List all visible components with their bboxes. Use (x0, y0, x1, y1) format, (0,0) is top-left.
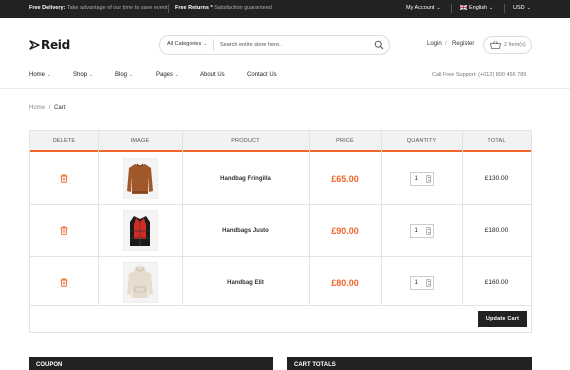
cart-count: 2 Item(s) (504, 42, 526, 48)
chevron-down-icon: ⌄ (175, 72, 179, 77)
cart-row: Handbag Fringilla £65.00 1 £130.00 (30, 153, 531, 204)
line-total: £160.00 (484, 279, 509, 286)
column-header-image: Image (130, 138, 150, 144)
cart-totals-panel-header: Cart Totals (287, 357, 532, 370)
nav-label: Blog (115, 72, 128, 78)
free-delivery-notice: Free Delivery: Take advantage of our tim… (29, 5, 167, 11)
product-name-link[interactable]: Handbags Justo (222, 228, 269, 234)
top-bar: Free Delivery: Take advantage of our tim… (0, 0, 570, 18)
breadcrumb-home-link[interactable]: Home (29, 105, 45, 111)
language-dropdown[interactable]: English ⌄ (459, 4, 494, 11)
currency-label: USD (513, 5, 525, 11)
jacket-icon (127, 163, 153, 194)
quantity-value: 1 (414, 175, 418, 182)
line-total: £180.00 (484, 227, 509, 234)
divider (168, 4, 169, 13)
search-input[interactable] (220, 39, 360, 51)
cart-row: Handbags Justo £90.00 1 £180.00 (30, 205, 531, 256)
row-divider (30, 305, 531, 306)
hoodie-icon (127, 265, 153, 298)
product-name-link[interactable]: Handbag Elit (227, 280, 264, 286)
nav-item-contact-us[interactable]: Contact Us (247, 72, 277, 78)
mini-cart-button[interactable]: 2 Item(s) (483, 36, 532, 54)
coupon-panel-header: Coupon (29, 357, 273, 370)
cart-row: Handbag Elit £80.00 1 £160.00 (30, 257, 531, 308)
search-icon[interactable] (374, 40, 384, 50)
chevron-down-icon: ⌄ (129, 72, 133, 77)
chevron-down-icon: ⌄ (436, 5, 441, 11)
logo-text: Reid (41, 38, 70, 52)
delivery-label: Free Delivery: (29, 5, 66, 11)
chevron-down-icon: ⌄ (89, 72, 93, 77)
column-header-delete: Delete (52, 138, 76, 144)
vest-icon (130, 215, 150, 246)
divider (451, 4, 452, 13)
product-name-link[interactable]: Handbag Fringilla (220, 176, 271, 182)
nav-label: Shop (73, 72, 88, 78)
divider (213, 39, 214, 51)
nav-item-home[interactable]: Home ⌄ (29, 72, 51, 78)
trash-icon[interactable] (60, 174, 68, 183)
my-account-label: My Account (406, 5, 435, 11)
stepper-arrows-icon[interactable] (425, 278, 431, 287)
quantity-stepper[interactable]: 1 (409, 171, 434, 186)
trash-icon[interactable] (60, 278, 68, 287)
chevron-down-icon: ⌄ (47, 72, 51, 77)
quantity-stepper[interactable]: 1 (409, 223, 434, 238)
stepper-arrows-icon[interactable] (425, 174, 431, 183)
support-phone: Call Free Support: (+012) 800 456 789 (432, 72, 527, 78)
search-category-select[interactable]: All Categories ⌄ (167, 41, 207, 47)
currency-dropdown[interactable]: USD ⌄ (513, 5, 531, 11)
column-header-total: Total (487, 138, 506, 144)
column-header-price: Price (336, 138, 354, 144)
update-cart-button[interactable]: Update Cart (478, 311, 527, 327)
nav-item-shop[interactable]: Shop ⌄ (73, 72, 93, 78)
my-account-dropdown[interactable]: My Account ⌄ (406, 5, 441, 11)
stepper-arrows-icon[interactable] (425, 226, 431, 235)
chevron-down-icon: ⌄ (526, 5, 531, 11)
cart-table-header: Delete Image Product Price Quantity Tota… (30, 131, 531, 152)
breadcrumb: Home / Cart (29, 105, 65, 111)
trash-icon[interactable] (60, 226, 68, 235)
free-returns-notice: Free Returns * Satisfaction guaranteed (175, 5, 272, 11)
unit-price: £90.00 (331, 225, 359, 236)
returns-label: Free Returns * (175, 5, 213, 11)
product-image-puffer-vest[interactable] (122, 210, 158, 251)
header-divider (0, 88, 570, 89)
uk-flag-icon (459, 4, 468, 11)
cart-table: Delete Image Product Price Quantity Tota… (29, 130, 532, 333)
search-category-label: All Categories (167, 41, 202, 47)
product-image-brown-jacket[interactable] (122, 158, 158, 199)
delivery-text: Take advantage of our time to save event (66, 5, 168, 11)
login-link[interactable]: Login (427, 41, 442, 47)
logo-mark-icon (29, 40, 40, 50)
returns-text: Satisfaction guaranteed (214, 5, 272, 11)
register-link[interactable]: Register (452, 41, 474, 47)
nav-item-pages[interactable]: Pages ⌄ (156, 72, 179, 78)
chevron-down-icon: ⌄ (203, 41, 208, 47)
language-label: English (469, 5, 488, 11)
account-separator: / (445, 41, 447, 47)
basket-icon (490, 41, 501, 49)
column-header-quantity: Quantity (406, 138, 437, 144)
quantity-value: 1 (414, 227, 418, 234)
unit-price: £80.00 (331, 277, 359, 288)
nav-label: Pages (156, 72, 174, 78)
nav-item-about-us[interactable]: About Us (200, 72, 225, 78)
breadcrumb-current: Cart (54, 105, 66, 111)
quantity-value: 1 (414, 279, 418, 286)
line-total: £130.00 (484, 175, 509, 182)
column-header-product: Product (231, 138, 260, 144)
nav-label: Home (29, 72, 46, 78)
breadcrumb-separator: / (48, 105, 51, 111)
nav-item-blog[interactable]: Blog ⌄ (115, 72, 133, 78)
divider (504, 4, 505, 13)
search-bar: All Categories ⌄ (159, 35, 390, 55)
unit-price: £65.00 (331, 173, 359, 184)
quantity-stepper[interactable]: 1 (409, 275, 434, 290)
product-image-beige-hoodie[interactable] (122, 262, 158, 303)
chevron-down-icon: ⌄ (489, 5, 494, 11)
